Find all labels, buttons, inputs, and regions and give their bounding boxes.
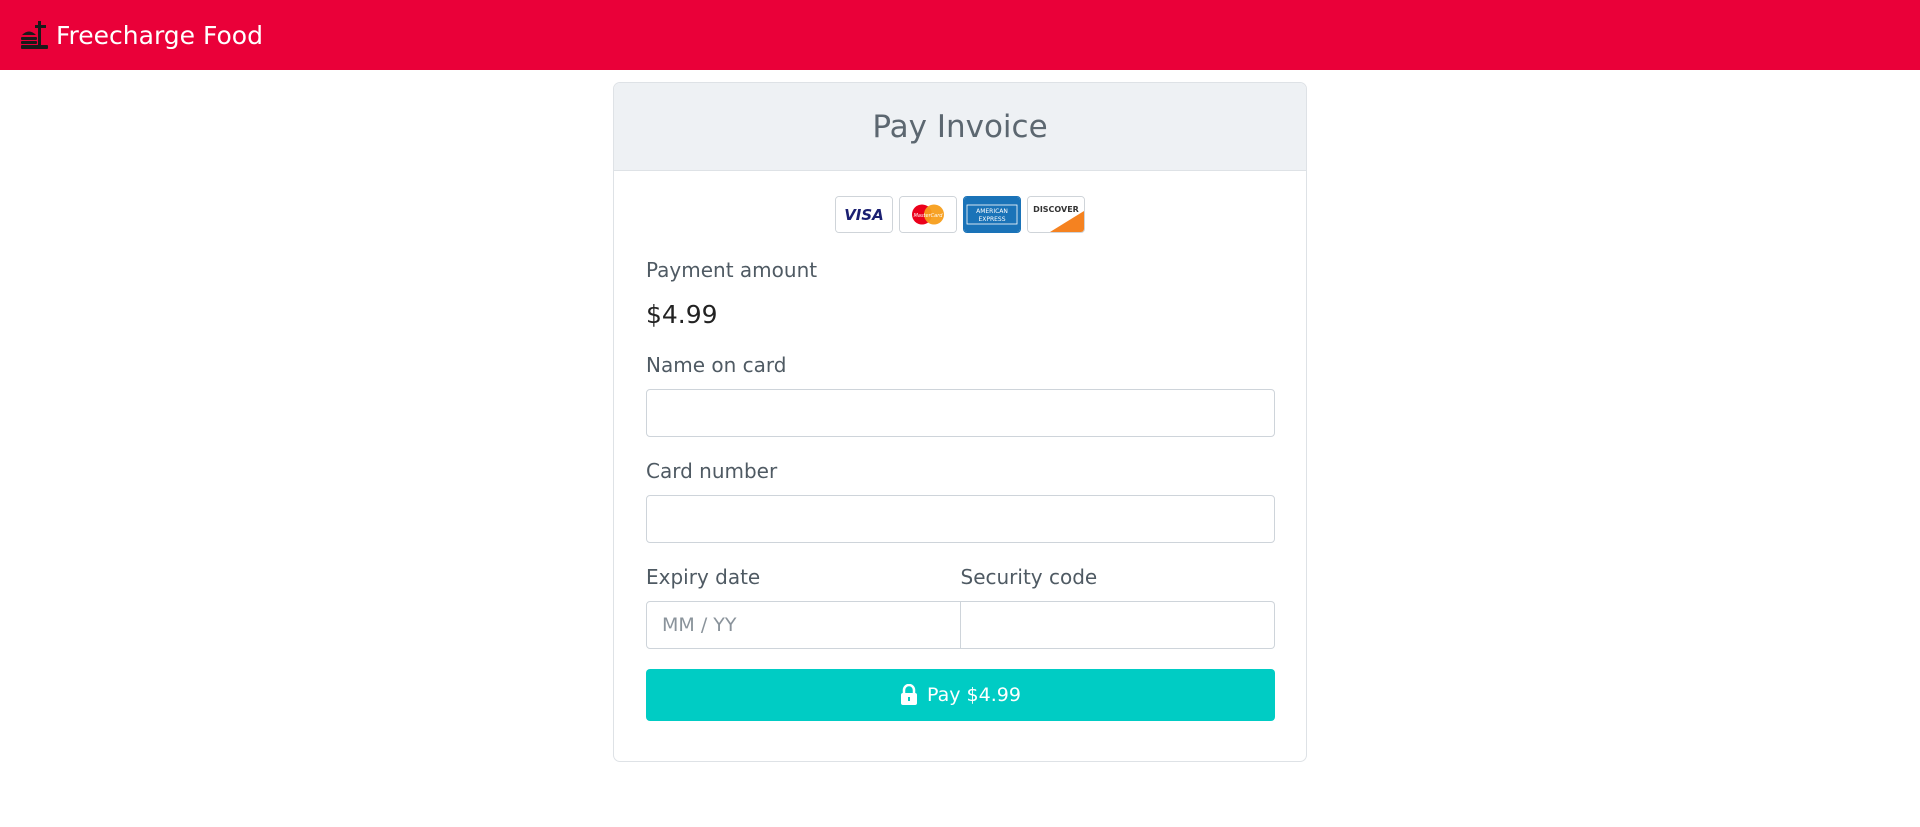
pay-button[interactable]: Pay $4.99 [646,669,1275,721]
svg-text:AMERICAN: AMERICAN [976,208,1008,215]
lock-icon [900,683,918,706]
name-on-card-label: Name on card [646,353,787,377]
security-column: Security code [960,565,1275,649]
amex-logo: AMERICAN EXPRESS [963,196,1021,233]
pay-button-label: Pay $4.99 [927,684,1021,706]
expiry-column: Expiry date [646,565,961,649]
card-body: VISA MasterCard AMERICAN EXPRESS DISCOVE… [614,196,1306,721]
svg-text:EXPRESS: EXPRESS [978,216,1005,223]
name-on-card-input[interactable] [646,389,1275,437]
svg-text:VISA: VISA [844,206,884,224]
visa-logo: VISA [835,196,893,233]
top-navbar: Freecharge Food [0,0,1920,70]
brand-name: Freecharge Food [56,20,263,50]
card-header: Pay Invoice [614,83,1306,171]
food-icon [20,19,50,51]
expiry-security-row: Expiry date Security code [646,565,1275,649]
expiry-date-label: Expiry date [646,565,761,589]
accepted-cards: VISA MasterCard AMERICAN EXPRESS DISCOVE… [646,196,1274,234]
page-title: Pay Invoice [872,108,1048,145]
svg-text:DISCOVER: DISCOVER [1033,205,1079,214]
payment-amount-value: $4.99 [646,300,718,329]
card-number-label: Card number [646,459,778,483]
svg-text:MasterCard: MasterCard [914,213,944,219]
expiry-date-input[interactable] [646,601,961,649]
security-code-label: Security code [960,565,1098,589]
payment-amount-label: Payment amount [646,258,818,282]
security-code-input[interactable] [960,601,1275,649]
discover-logo: DISCOVER [1027,196,1085,233]
card-number-input[interactable] [646,495,1275,543]
brand-link[interactable]: Freecharge Food [20,19,263,51]
pay-invoice-card: Pay Invoice VISA MasterCard AMERICAN EXP… [613,82,1307,762]
mastercard-logo: MasterCard [899,196,957,233]
